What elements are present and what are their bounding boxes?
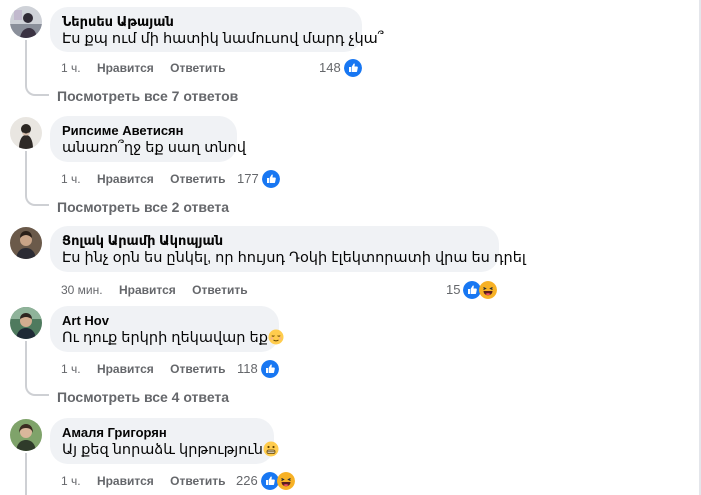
comment-actions: 1 ч. Нравится Ответить: [61, 60, 226, 76]
haha-reaction-icon: [277, 472, 295, 490]
comment-text: Էս ինչ օրն ես ընկել, որ հույսդ Դօկի էլեկ…: [62, 250, 526, 266]
reply-button[interactable]: Ответить: [170, 61, 225, 75]
reply-button[interactable]: Ответить: [170, 172, 225, 186]
thread-line: [25, 151, 27, 196]
thread-line: [25, 341, 27, 386]
comment-bubble: Ցոլակ Արամի Ակոպյան Էս ինչ օրն ես ընկել,…: [50, 226, 526, 272]
like-button[interactable]: Нравится: [97, 362, 154, 376]
avatar[interactable]: [10, 419, 42, 451]
comment-text-content: Այ քեզ նորաձև կրթություն: [62, 442, 263, 458]
comment-time[interactable]: 1 ч.: [61, 474, 81, 488]
avatar[interactable]: [10, 307, 42, 339]
comment-actions: 30 мин. Нравится Ответить: [61, 282, 248, 298]
comment-author[interactable]: Ցոլակ Արամի Ակոպյան: [62, 233, 487, 249]
thread-line: [25, 453, 27, 495]
like-reaction-icon: [261, 360, 279, 378]
comment-bubble: Амаля Григорян Այ քեզ նորաձև կրթություն: [50, 418, 274, 464]
comment-text-content: Ու դուք երկրի ղեկավար եք: [62, 330, 268, 346]
comment-time[interactable]: 1 ч.: [61, 172, 81, 186]
comment-text: Էս քպ ում մի հատիկ նամուսով մարդ չկա՞: [62, 31, 384, 47]
comment-author[interactable]: Ներսես Աթայան: [62, 14, 350, 30]
reaction-summary[interactable]: 177: [237, 170, 280, 188]
comment-text: Այ քեզ նորաձև կրթություն: [62, 441, 262, 460]
like-button[interactable]: Нравится: [119, 283, 176, 297]
comment-time[interactable]: 1 ч.: [61, 61, 81, 75]
reaction-summary[interactable]: 15: [446, 281, 497, 299]
thread-connector: [25, 84, 49, 96]
view-replies-link[interactable]: Посмотреть все 7 ответов: [57, 87, 238, 105]
comment-actions: 1 ч. Нравится Ответить: [61, 361, 226, 377]
comment-time[interactable]: 1 ч.: [61, 362, 81, 376]
haha-reaction-icon: [479, 281, 497, 299]
comment-time[interactable]: 30 мин.: [61, 283, 103, 297]
comment-author[interactable]: Амаля Григорян: [62, 425, 262, 441]
comment-author[interactable]: Art Hov: [62, 313, 267, 329]
view-replies-link[interactable]: Посмотреть все 4 ответа: [57, 388, 229, 406]
reaction-summary[interactable]: 148: [319, 59, 362, 77]
reaction-count: 148: [319, 60, 341, 75]
reaction-count: 15: [446, 282, 461, 297]
reaction-count: 118: [237, 361, 258, 376]
reply-button[interactable]: Ответить: [192, 283, 247, 297]
avatar[interactable]: [10, 227, 42, 259]
avatar[interactable]: [10, 6, 42, 38]
reaction-count: 226: [236, 473, 258, 488]
thread-line: [25, 40, 27, 86]
reaction-count: 177: [237, 171, 259, 186]
comment-author[interactable]: Рипсиме Аветисян: [62, 123, 225, 139]
like-button[interactable]: Нравится: [97, 474, 154, 488]
reply-button[interactable]: Ответить: [170, 362, 225, 376]
like-reaction-icon: [262, 170, 280, 188]
reaction-summary[interactable]: 226: [236, 472, 295, 490]
view-replies-link[interactable]: Посмотреть все 2 ответа: [57, 198, 229, 216]
like-button[interactable]: Нравится: [97, 61, 154, 75]
reply-button[interactable]: Ответить: [170, 474, 225, 488]
like-reaction-icon: [344, 59, 362, 77]
comment-bubble: Рипсиме Аветисян անառո՞ղջ եք սաղ տնով: [50, 116, 246, 162]
reaction-summary[interactable]: 118: [237, 360, 279, 378]
grimacing-face-emoji: [263, 441, 279, 457]
comment-bubble: Ներսես Աթայան Էս քպ ում մի հատիկ նամուսո…: [50, 7, 384, 52]
comment-bubble: Art Hov Ու դուք երկրի ղեկավար եք: [50, 306, 279, 352]
comment-actions: 1 ч. Нравится Ответить: [61, 171, 226, 187]
avatar[interactable]: [10, 117, 42, 149]
relieved-face-emoji: [268, 329, 284, 345]
comment-text: Ու դուք երկրի ղեկավար եք: [62, 329, 267, 348]
comment-actions: 1 ч. Нравится Ответить: [61, 473, 226, 489]
thread-connector: [25, 384, 49, 396]
comment-text: անառո՞ղջ եք սաղ տնով: [62, 140, 246, 156]
thread-connector: [25, 194, 49, 206]
like-button[interactable]: Нравится: [97, 172, 154, 186]
